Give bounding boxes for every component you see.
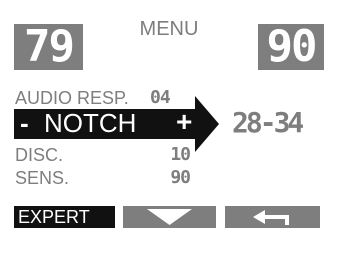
notch-increase-button[interactable]: + — [176, 106, 192, 138]
left-value-display: 79 — [14, 24, 83, 70]
notch-range-value: 28-34 — [232, 106, 304, 139]
menu-title: MENU — [139, 18, 199, 40]
right-value-display: 90 — [258, 24, 324, 70]
audio-resp-label[interactable]: AUDIO RESP. — [15, 88, 129, 109]
chevron-down-icon — [147, 209, 192, 225]
sens-value: 90 — [170, 167, 191, 188]
down-softkey[interactable] — [123, 206, 216, 228]
device-menu-screen: 79 MENU 90 AUDIO RESP. 04 - NOTCH + 28-3… — [0, 0, 337, 254]
sens-label[interactable]: SENS. — [15, 168, 69, 189]
selection-arrow-icon — [195, 96, 219, 152]
back-softkey[interactable] — [225, 206, 320, 228]
disc-label[interactable]: DISC. — [15, 145, 63, 166]
disc-value: 10 — [170, 144, 191, 165]
audio-resp-value: 04 — [150, 87, 171, 108]
notch-label: NOTCH — [44, 108, 137, 138]
notch-decrease-button[interactable]: - — [20, 108, 29, 139]
back-arrow-icon — [253, 210, 289, 225]
expert-softkey[interactable]: EXPERT — [14, 206, 115, 228]
